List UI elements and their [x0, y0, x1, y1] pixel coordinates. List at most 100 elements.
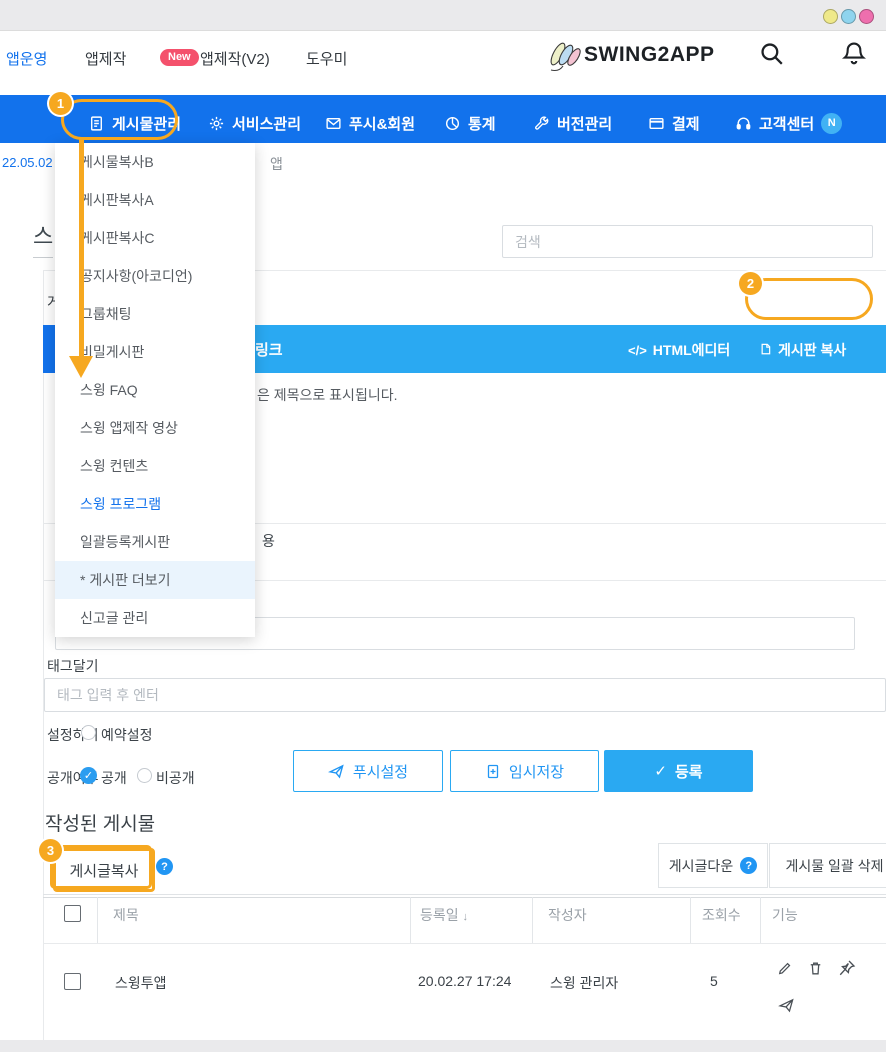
page-bottom-strip — [0, 1040, 886, 1052]
nav-customer-center[interactable]: 고객센터 N — [735, 110, 842, 136]
row-author: 스윙 관리자 — [550, 973, 618, 993]
board-copy-button[interactable]: 게시판 복사 — [757, 340, 846, 360]
nav-service-management[interactable]: 서비스관리 — [208, 110, 301, 136]
mail-icon — [325, 115, 342, 132]
dropdown-item[interactable]: 일괄등록게시판 — [55, 523, 255, 561]
step1-badge: 1 — [49, 92, 72, 115]
column-header-date[interactable]: 등록일 ↓ — [420, 905, 468, 925]
column-header-actions[interactable]: 기능 — [772, 905, 798, 925]
column-header-title[interactable]: 제목 — [113, 905, 139, 925]
breadcrumb-date-link[interactable]: 22.05.02 — [2, 155, 53, 170]
step1-arrowhead — [69, 356, 93, 378]
column-divider — [760, 897, 761, 943]
nav-statistics[interactable]: 통계 — [444, 110, 496, 136]
submit-button[interactable]: ✓ 등록 — [604, 750, 753, 792]
tag-label: 태그달기 — [47, 656, 99, 676]
topnav-helper[interactable]: 도우미 — [306, 48, 347, 69]
window-dot-pink-icon[interactable] — [859, 9, 874, 24]
reserve-radio[interactable] — [81, 725, 96, 740]
row-views: 5 — [710, 973, 718, 989]
dropdown-item[interactable]: 게시판복사C — [55, 219, 255, 257]
step2-highlight-box — [745, 278, 873, 320]
page-title: 스 — [33, 219, 53, 258]
column-header-views[interactable]: 조회수 — [702, 905, 741, 925]
post-download-button[interactable]: 게시글다운 ? — [658, 843, 768, 888]
column-divider — [410, 897, 411, 943]
divider — [43, 894, 886, 895]
dropdown-item[interactable]: 그룹채팅 — [55, 295, 255, 333]
tab-label-fragment[interactable]: 링크 — [255, 339, 283, 360]
html-editor-button[interactable]: </> HTML에디터 — [628, 340, 730, 360]
dropdown-item[interactable]: 스윙 컨텐츠 — [55, 447, 255, 485]
help-icon[interactable]: ? — [156, 858, 173, 875]
push-setting-button[interactable]: 푸시설정 — [293, 750, 443, 792]
row-title[interactable]: 스윙투앱 — [115, 973, 167, 993]
pin-icon[interactable] — [838, 959, 856, 977]
post-management-dropdown: 게시물복사B 게시판복사A 게시판복사C 공지사항(아코디언) 그룹채팅 비밀게… — [55, 143, 255, 637]
logo-feather-icon — [545, 40, 585, 72]
private-radio[interactable] — [137, 768, 152, 783]
doc-plus-icon — [485, 763, 501, 780]
new-badge: New — [160, 49, 199, 66]
breadcrumb-fragment: 앱 — [270, 154, 283, 174]
customer-center-n-badge: N — [821, 113, 842, 134]
column-divider — [690, 897, 691, 943]
dropdown-item[interactable]: 스윙 앱제작 영상 — [55, 409, 255, 447]
dropdown-item[interactable]: 게시물복사B — [55, 143, 255, 181]
public-radio-label[interactable]: 공개 — [101, 768, 127, 788]
posts-heading: 작성된 게시물 — [45, 809, 155, 836]
title-description-fragment: 은 제목으로 표시됩니다. — [257, 385, 397, 405]
delete-trash-icon[interactable] — [807, 960, 824, 977]
step1-arrow — [79, 138, 84, 357]
help-icon: ? — [740, 857, 757, 874]
code-icon: </> — [628, 343, 647, 358]
nav-payment[interactable]: 결제 — [648, 110, 700, 136]
nav-push-members[interactable]: 푸시&회원 — [325, 110, 415, 136]
tag-input[interactable] — [44, 678, 886, 712]
table-header-border — [43, 943, 886, 944]
step3-badge: 3 — [39, 839, 62, 862]
search-input[interactable] — [502, 225, 873, 258]
dropdown-item[interactable]: 공지사항(아코디언) — [55, 257, 255, 295]
edit-pencil-icon[interactable] — [776, 960, 793, 977]
credit-card-icon — [648, 115, 665, 132]
app-window: 앱운영 앱제작 New 앱제작(V2) 도우미 SWING2APP 메뉴 게시물… — [0, 0, 886, 1052]
column-header-author[interactable]: 작성자 — [548, 905, 587, 925]
public-radio-checked[interactable]: ✓ — [80, 767, 97, 784]
logo-text[interactable]: SWING2APP — [584, 43, 715, 67]
notification-bell-icon[interactable] — [840, 39, 868, 67]
search-icon[interactable] — [758, 40, 786, 68]
bulk-delete-button[interactable]: 게시물 일괄 삭제 — [769, 843, 886, 888]
draft-save-button[interactable]: 임시저장 — [450, 750, 599, 792]
select-all-checkbox[interactable] — [64, 905, 81, 922]
dropdown-item-highlighted[interactable]: * 게시판 더보기 — [55, 561, 255, 599]
check-icon: ✓ — [654, 762, 667, 780]
sort-desc-icon: ↓ — [463, 911, 469, 923]
content-label-fragment: 용 — [262, 531, 275, 551]
window-titlebar — [0, 0, 886, 31]
copy-doc-icon — [757, 342, 772, 358]
column-divider — [97, 897, 98, 943]
step3-highlight-box — [50, 845, 152, 889]
column-divider — [532, 897, 533, 943]
row-checkbox[interactable] — [64, 973, 81, 990]
topnav-app-create[interactable]: 앱제작 — [85, 48, 126, 69]
topnav-app-create-v2[interactable]: 앱제작(V2) — [200, 48, 270, 69]
paper-plane-icon — [328, 763, 345, 780]
step2-badge: 2 — [739, 272, 762, 295]
reserve-radio-label[interactable]: 예약설정 — [101, 725, 153, 745]
step1-highlight-box — [61, 99, 178, 140]
private-radio-label[interactable]: 비공개 — [156, 768, 195, 788]
topnav-app-operation[interactable]: 앱운영 — [6, 48, 47, 69]
nav-version-management[interactable]: 버전관리 — [533, 110, 612, 136]
window-dot-blue-icon[interactable] — [841, 9, 856, 24]
dropdown-item[interactable]: 게시판복사A — [55, 181, 255, 219]
wrench-icon — [533, 115, 550, 132]
pie-chart-icon — [444, 115, 461, 132]
dropdown-item[interactable]: 신고글 관리 — [55, 599, 255, 637]
gear-icon — [208, 115, 225, 132]
send-plane-icon[interactable] — [778, 997, 795, 1014]
headset-icon — [735, 115, 752, 132]
window-dot-yellow-icon[interactable] — [823, 9, 838, 24]
dropdown-item-selected[interactable]: 스윙 프로그램 — [55, 485, 255, 523]
